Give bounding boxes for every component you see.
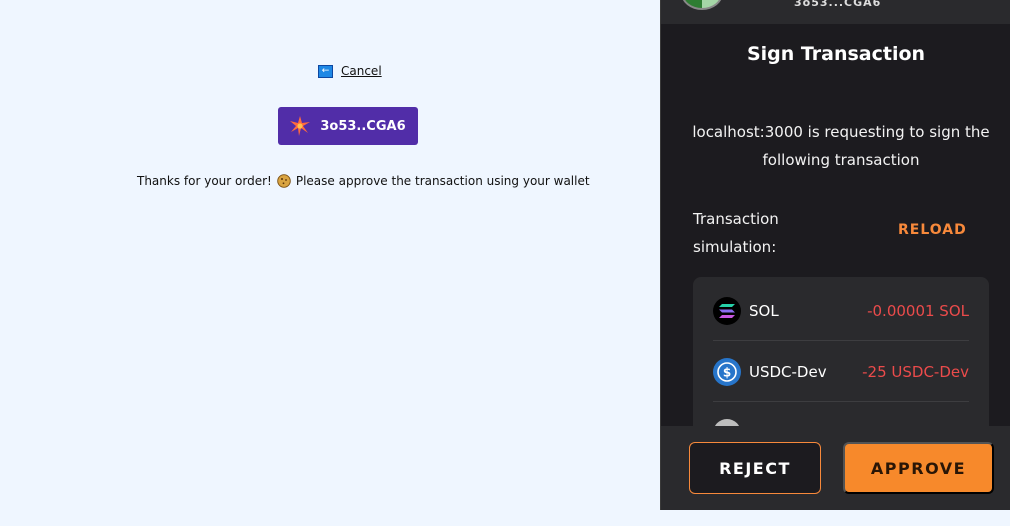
transaction-simulation-label: Transaction simulation:	[693, 210, 779, 256]
token-delta: -0.00001 SOL	[867, 301, 969, 320]
reject-button[interactable]: REJECT	[689, 442, 821, 494]
token-name: SOL	[749, 301, 779, 320]
approve-instruction-text: Please approve the transaction using you…	[295, 174, 590, 188]
checkout-page: ← Cancel 3o53..CGA6 Thanks for your orde…	[0, 0, 660, 526]
simulation-card: SOL -0.00001 SOL $ USDC-Dev -25 USDC-Dev	[693, 277, 989, 447]
sign-transaction-title: Sign Transaction	[746, 43, 926, 65]
reload-button[interactable]: RELOAD	[898, 222, 967, 238]
solana-icon	[713, 296, 741, 325]
wallet-logo-icon	[290, 116, 311, 136]
thanks-text: Thanks for your order!	[137, 174, 272, 188]
approve-button[interactable]: APPROVE	[843, 442, 994, 494]
cancel-link[interactable]: Cancel	[341, 64, 382, 78]
usdc-icon: $	[713, 357, 741, 386]
account-avatar[interactable]	[681, 0, 723, 10]
token-name: USDC-Dev	[749, 362, 827, 381]
simulation-row: SOL -0.00001 SOL	[713, 281, 969, 341]
cancel-row: ← Cancel	[318, 64, 382, 78]
token-delta: -25 USDC-Dev	[862, 362, 969, 381]
wallet-header: 3o53...CGA6	[661, 0, 1010, 24]
wallet-address-label: 3o53..CGA6	[320, 118, 406, 134]
account-name[interactable]: 3o53...CGA6	[794, 0, 881, 9]
svg-text:$: $	[723, 365, 731, 379]
wallet-footer: REJECT APPROVE	[661, 426, 1010, 510]
back-arrow-icon[interactable]: ←	[318, 64, 333, 78]
wallet-popup: 3o53...CGA6 Sign Transaction localhost:3…	[660, 0, 1010, 510]
simulation-row: $ USDC-Dev -25 USDC-Dev	[713, 342, 969, 402]
wallet-connect-button[interactable]: 3o53..CGA6	[278, 107, 418, 145]
request-description: localhost:3000 is requesting to sign the…	[692, 123, 990, 169]
thanks-message: Thanks for your order! Please approve th…	[137, 174, 590, 188]
cookie-icon	[277, 174, 291, 188]
